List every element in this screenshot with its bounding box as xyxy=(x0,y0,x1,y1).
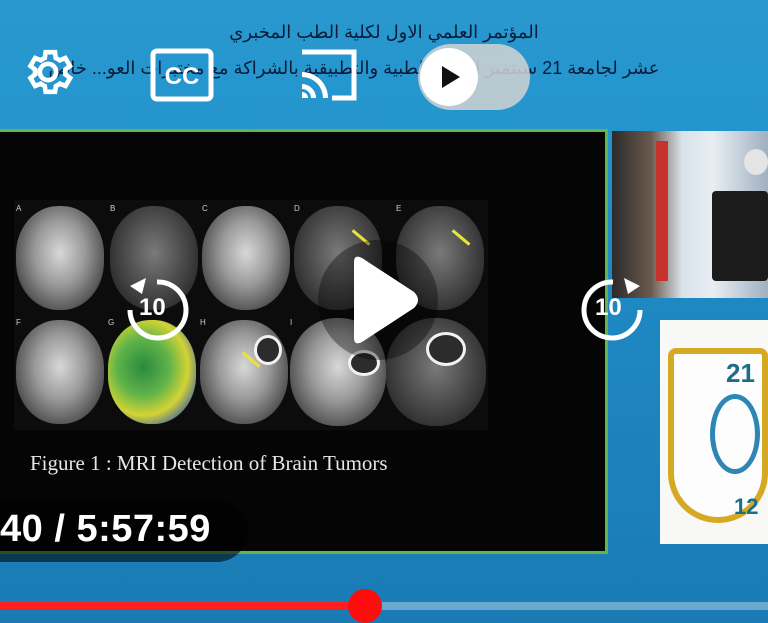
time-display: 40 / 5:57:59 xyxy=(0,508,211,550)
logo-emblem xyxy=(710,394,760,474)
cast-button[interactable] xyxy=(296,46,360,104)
panel-letter: F xyxy=(16,318,21,327)
cast-icon xyxy=(296,46,360,104)
panel-letter: A xyxy=(16,204,22,213)
header-line-1: المؤتمر العلمي الاول لكلية الطب المخبري xyxy=(229,22,539,42)
seek-forward-button[interactable]: 10 xyxy=(568,262,658,352)
flag xyxy=(656,141,668,281)
figure-caption: Figure 1 : MRI Detection of Brain Tumors xyxy=(30,451,388,475)
logo-number-bottom: 12 xyxy=(734,494,759,519)
gear-icon xyxy=(20,44,76,100)
mri-scan-c xyxy=(202,206,290,310)
podium-screen xyxy=(712,191,768,281)
cc-icon: CC xyxy=(150,48,214,102)
play-icon xyxy=(420,66,478,110)
autoplay-toggle[interactable] xyxy=(418,44,530,110)
progress-fill xyxy=(0,602,365,610)
mri-scan-h xyxy=(200,320,288,424)
mri-scan-a xyxy=(16,206,104,310)
panel-letter: B xyxy=(110,204,116,213)
logo-number-top: 21 xyxy=(726,358,755,388)
speaker-head xyxy=(744,149,768,175)
seek-back-label: 10 xyxy=(139,294,166,321)
panel-letter: C xyxy=(202,204,208,213)
tumor-lesion xyxy=(254,335,282,365)
captions-button[interactable]: CC xyxy=(150,48,214,102)
scrubber-handle[interactable] xyxy=(347,589,382,623)
conference-logo-panel: 21 12 xyxy=(660,320,768,544)
conference-logo: 21 12 xyxy=(668,348,768,523)
panel-letter: I xyxy=(290,318,293,327)
svg-text:CC: CC xyxy=(165,63,200,90)
seek-forward-label: 10 xyxy=(595,294,622,321)
mri-scan-f xyxy=(16,320,104,424)
panel-letter: D xyxy=(294,204,300,213)
settings-button[interactable] xyxy=(20,44,76,100)
center-play-button[interactable] xyxy=(318,240,438,360)
panel-letter: E xyxy=(396,204,402,213)
play-icon xyxy=(318,256,438,364)
header-line-2: عشر لجامعة 21 سبتمبر للعلوم الطبية والتط… xyxy=(48,58,660,78)
seek-back-button[interactable]: 10 xyxy=(112,262,202,352)
autoplay-knob xyxy=(420,48,478,106)
